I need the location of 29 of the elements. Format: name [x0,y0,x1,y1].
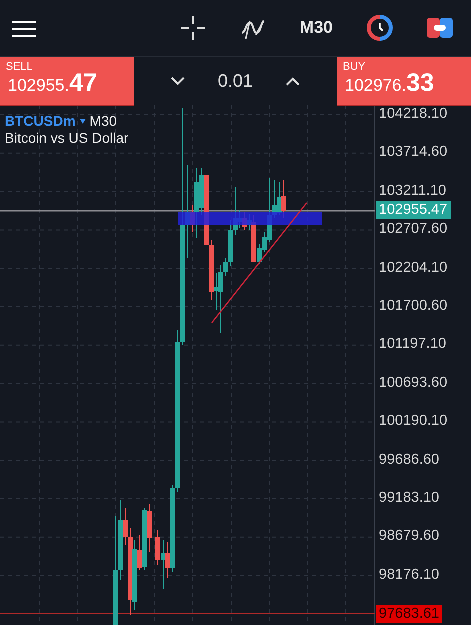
volume-value[interactable]: 0.01 [218,70,254,92]
price-tick-label: 98679.60 [379,528,440,544]
price-tick-label: 103211.10 [379,182,446,199]
clock-icon[interactable] [367,15,393,41]
symbol-name[interactable]: BTCUSDm [5,113,76,129]
price-marker-label: 97683.61 [376,605,442,623]
menu-icon[interactable] [12,20,36,38]
chart-timeframe: M30 [90,113,118,129]
price-tick-label: 100693.60 [379,374,448,391]
crosshair-icon[interactable] [180,15,206,41]
price-tick-label: 104218.10 [379,106,448,122]
buy-button[interactable]: BUY 102976.33 [337,57,471,105]
price-tick-label: 100190.10 [379,413,448,430]
price-tick-label: 99686.60 [379,452,440,468]
price-tick-label: 103714.60 [379,144,448,160]
price-tick-label: 101700.60 [379,298,448,314]
price-tick-label: 99183.10 [379,490,440,506]
timeframe-button[interactable]: M30 [300,18,333,38]
chevron-down-icon[interactable] [170,76,185,86]
sell-button[interactable]: SELL 102955.47 [0,57,134,105]
chevron-up-icon[interactable] [286,76,300,86]
price-tick-label: 102707.60 [379,221,448,238]
symbol-description: Bitcoin vs US Dollar [5,130,129,146]
price-tick-label: 102204.10 [379,260,448,276]
price-tick-label: 98176.10 [379,566,440,583]
dropdown-icon[interactable] [80,118,86,124]
toggle-icon[interactable] [427,17,453,39]
current-price-label: 102955.47 [376,201,451,219]
price-tick-label: 101197.10 [379,336,446,352]
